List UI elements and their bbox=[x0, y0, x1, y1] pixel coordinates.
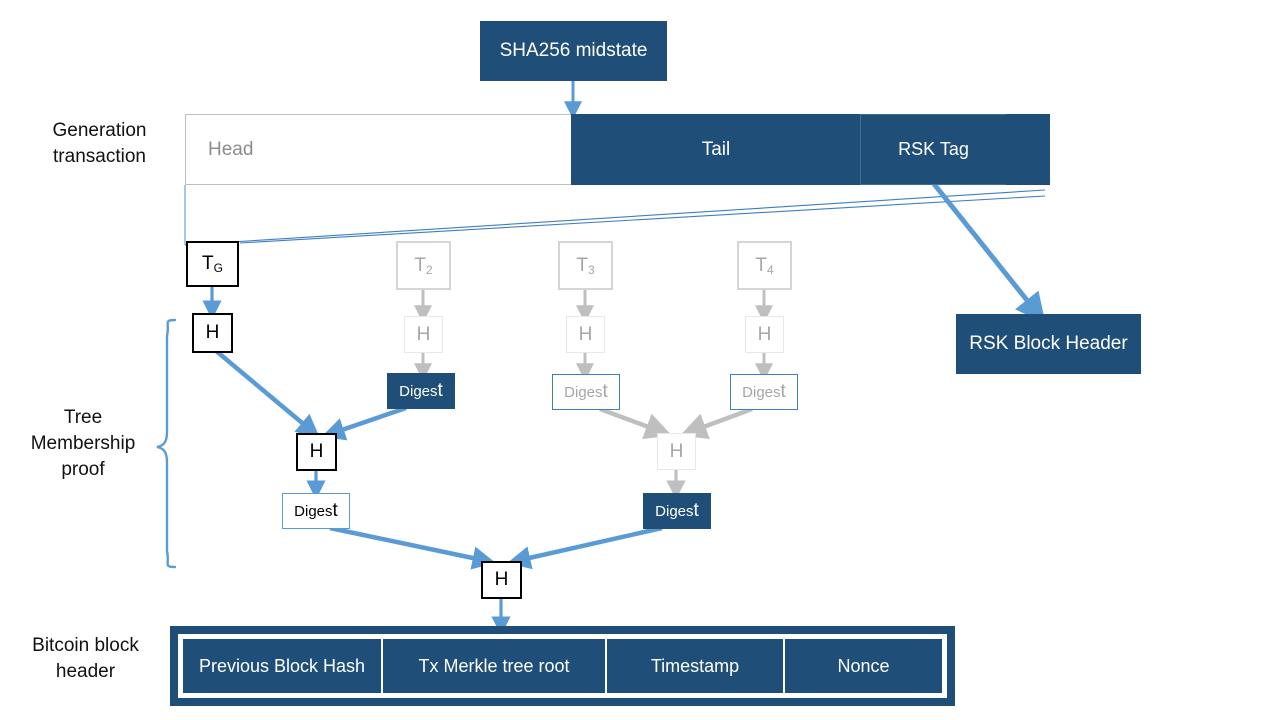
tree-hash-t4: H bbox=[745, 316, 784, 353]
gentx-segment-rsk-tag: RSK Tag bbox=[860, 114, 1007, 185]
tree-hash-left-label: H bbox=[309, 441, 324, 462]
bitcoin-block-header-container: Previous Block Hash Tx Merkle tree root … bbox=[170, 626, 955, 706]
tree-leaf-t4-label: T4 bbox=[755, 254, 774, 277]
tree-digest-left: Digest bbox=[282, 493, 350, 529]
tree-hash-t2: H bbox=[404, 316, 443, 353]
sha256-midstate-label: SHA256 midstate bbox=[499, 40, 648, 61]
sha256-midstate-box: SHA256 midstate bbox=[480, 21, 667, 81]
gentx-head-label: Head bbox=[208, 138, 254, 160]
tree-hash-t3: H bbox=[566, 316, 605, 353]
tree-leaf-t3: T3 bbox=[558, 241, 613, 290]
tree-digest-t2-label: Digest bbox=[399, 380, 443, 401]
gentx-segment-head: Head bbox=[185, 114, 572, 185]
bh-cell-tx-merkle-tree-root: Tx Merkle tree root bbox=[382, 638, 606, 694]
bh-cell-previous-block-hash: Previous Block Hash bbox=[182, 638, 382, 694]
tree-leaf-t2-label: T2 bbox=[414, 254, 433, 277]
wedge-lower-line bbox=[239, 195, 1046, 244]
label-bitcoin-block-header: Bitcoin block header bbox=[32, 635, 139, 682]
tree-digest-t4-label: Digest bbox=[742, 381, 786, 402]
gentx-segment-end bbox=[1006, 114, 1050, 185]
arrow-digest3-to-hright bbox=[599, 406, 673, 440]
tree-digest-t3: Digest bbox=[552, 374, 620, 410]
arrow-digest2-to-hleft bbox=[321, 405, 407, 441]
bh-cell-timestamp: Timestamp bbox=[606, 638, 784, 694]
tree-leaf-tg: TG bbox=[186, 241, 239, 287]
tree-digest-t3-label: Digest bbox=[564, 381, 608, 402]
tree-hash-tg-label: H bbox=[205, 322, 220, 343]
arrow-rsktag-to-rskheader bbox=[932, 182, 1046, 324]
tree-hash-root-label: H bbox=[494, 569, 509, 590]
bitcoin-block-header-inner: Previous Block Hash Tx Merkle tree root … bbox=[178, 634, 947, 698]
tree-hash-t2-label: H bbox=[416, 323, 431, 345]
gentx-rsk-tag-label: RSK Tag bbox=[898, 139, 969, 159]
tree-leaf-t3-label: T3 bbox=[576, 254, 595, 277]
tree-digest-right-label: Digest bbox=[655, 500, 699, 521]
tree-membership-brace bbox=[156, 318, 177, 569]
tree-leaf-t2: T2 bbox=[396, 241, 451, 290]
tree-hash-t4-label: H bbox=[757, 323, 772, 345]
tree-digest-t4: Digest bbox=[730, 374, 798, 410]
bh-cell-nonce: Nonce bbox=[784, 638, 943, 694]
tree-hash-right: H bbox=[657, 433, 696, 470]
tree-digest-left-label: Digest bbox=[294, 500, 338, 521]
rsk-block-header-label: RSK Block Header bbox=[969, 333, 1128, 354]
tree-hash-t3-label: H bbox=[578, 323, 593, 345]
label-tree-membership-proof: Tree Membership proof bbox=[30, 407, 136, 480]
tree-hash-left: H bbox=[296, 433, 337, 471]
gentx-tail-label: Tail bbox=[701, 138, 731, 160]
arrow-htg-to-hleft bbox=[213, 348, 320, 438]
label-generation-transaction: Generation transaction bbox=[52, 120, 147, 167]
tree-hash-right-label: H bbox=[669, 440, 684, 462]
wedge-upper-line bbox=[184, 189, 1046, 246]
tree-digest-t2: Digest bbox=[387, 373, 455, 409]
tree-hash-root: H bbox=[481, 561, 522, 599]
rsk-block-header-box: RSK Block Header bbox=[956, 314, 1141, 374]
arrow-digest4-to-hright bbox=[679, 406, 753, 440]
arrow-digestright-to-hroot bbox=[507, 525, 663, 570]
gentx-segment-tail: Tail bbox=[571, 114, 861, 185]
diagram-canvas: Generation transaction Tree Membership p… bbox=[0, 0, 1280, 720]
tree-leaf-t4: T4 bbox=[737, 241, 792, 290]
arrow-digestleft-to-hroot bbox=[329, 525, 496, 570]
tree-hash-tg: H bbox=[192, 313, 233, 353]
tree-leaf-tg-label: TG bbox=[202, 253, 223, 275]
tree-digest-right: Digest bbox=[643, 493, 711, 529]
